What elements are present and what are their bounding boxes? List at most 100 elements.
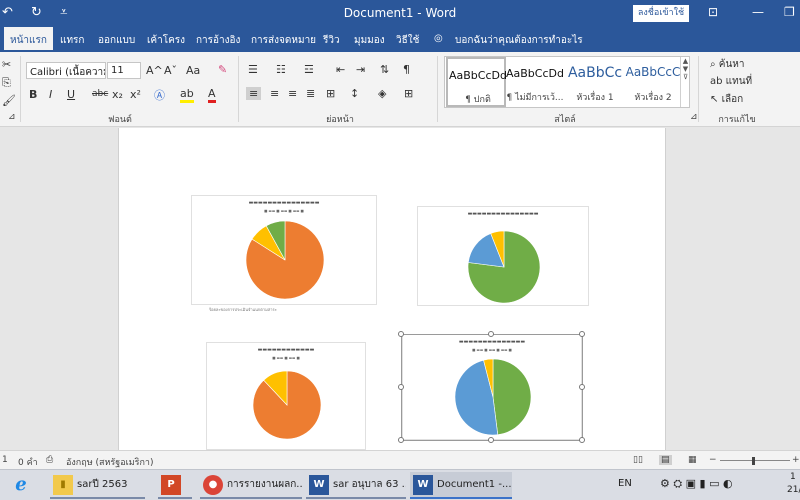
line-spacing-icon[interactable]: ↕ — [350, 87, 359, 100]
ribbon-tabs: หน้าแรก แทรก ออกแบบ เค้าโครง การอ้างอิง … — [0, 27, 800, 52]
page-indicator[interactable]: 1 — [2, 455, 8, 465]
show-marks-icon[interactable]: ¶ — [403, 63, 410, 76]
font-name-box[interactable]: Calibri (เนื้อความ) — [26, 62, 106, 79]
highlight-color-icon[interactable]: ab — [180, 87, 194, 103]
style-normal[interactable]: AaBbCcDd ¶ ปกติ — [446, 57, 507, 107]
pie-chart-1[interactable]: ▬▬▬▬▬▬▬▬▬▬▬▬▬▬▬ ■ ▬▬ ■ ▬▬ ■ ▬▬ ■ — [191, 195, 377, 305]
pie-chart-3[interactable]: ▬▬▬▬▬▬▬▬▬▬▬▬ ■ ▬▬ ■ ▬▬ ■ — [206, 342, 366, 450]
cursor-icon: ↖ — [710, 94, 722, 105]
sort-icon[interactable]: ⇅ — [380, 63, 389, 76]
resize-handle-br[interactable] — [579, 437, 585, 443]
language-indicator[interactable]: อังกฤษ (สหรัฐอเมริกา) — [66, 455, 154, 469]
folder-icon: ▮ — [53, 475, 73, 495]
change-case-button[interactable]: Aa — [186, 64, 200, 77]
multilevel-list-icon[interactable]: ☲ — [304, 63, 314, 76]
shrink-font-button[interactable]: Aˇ — [164, 64, 177, 77]
styles-launcher-icon[interactable]: ⊿ — [690, 112, 698, 122]
justify-icon[interactable]: ≣ — [306, 87, 315, 100]
shading-icon[interactable]: ◈ — [378, 87, 386, 100]
tab-mailings[interactable]: การส่งจดหมาย — [251, 33, 316, 48]
underline-button[interactable]: U — [67, 88, 75, 101]
resize-handle-t[interactable] — [488, 331, 494, 337]
tab-review[interactable]: รีวิว — [323, 33, 340, 48]
web-layout-icon[interactable]: ▦ — [688, 455, 697, 465]
replace-icon: ab — [710, 76, 726, 87]
tab-design[interactable]: ออกแบบ — [98, 33, 135, 48]
ie-icon[interactable]: ℯ — [8, 472, 42, 499]
tab-references[interactable]: การอ้างอิง — [196, 33, 240, 48]
editing-group-label: การแก้ไข — [718, 115, 756, 125]
maximize-button[interactable]: ❐ — [784, 5, 795, 19]
align-center-icon[interactable]: ≡ — [270, 87, 279, 100]
tell-me-search[interactable]: บอกฉันว่าคุณต้องการทำอะไร — [455, 33, 583, 48]
bold-button[interactable]: B — [29, 88, 37, 101]
bullets-icon[interactable]: ☰ — [248, 63, 258, 76]
borders-icon[interactable]: ⊞ — [404, 87, 413, 100]
numbering-icon[interactable]: ☷ — [276, 63, 286, 76]
style-heading-1[interactable]: AaBbCc หัวเรื่อง 1 — [565, 57, 625, 107]
taskbar-powerpoint[interactable]: P — [158, 472, 192, 499]
text-effects-icon[interactable]: Ⓐ — [154, 87, 165, 103]
resize-handle-l[interactable] — [398, 384, 404, 390]
title-bar: ↶ ↻ ⩡ Document1 - Word ลงชื่อเข้าใช้ ⊡ —… — [0, 0, 800, 27]
resize-handle-tl[interactable] — [398, 331, 404, 337]
resize-handle-bl[interactable] — [398, 437, 404, 443]
taskbar-folder[interactable]: ▮ sarปี 2563 — [50, 472, 145, 499]
proofing-icon[interactable]: ⎙ — [46, 455, 53, 465]
resize-handle-b[interactable] — [488, 437, 494, 443]
italic-button[interactable]: I — [49, 88, 52, 101]
styles-scroll[interactable]: ▲ ▼ ⊽ — [680, 57, 690, 107]
font-color-icon[interactable]: A — [208, 87, 216, 103]
strikethrough-button[interactable]: abc — [92, 89, 108, 99]
font-group-label: ฟอนต์ — [108, 115, 132, 125]
tab-view[interactable]: มุมมอง — [354, 33, 385, 48]
signin-button[interactable]: ลงชื่อเข้าใช้ — [633, 5, 689, 22]
document-canvas[interactable]: ▬▬▬▬▬▬▬▬▬▬▬▬▬▬▬ ■ ▬▬ ■ ▬▬ ■ ▬▬ ■ ร้อยละข… — [0, 128, 800, 450]
find-button[interactable]: ⌕ ค้นหา — [710, 57, 745, 72]
decrease-indent-icon[interactable]: ⇤ — [336, 63, 345, 76]
thai-distributed-icon[interactable]: ⊞ — [326, 87, 335, 100]
read-mode-icon[interactable]: ▯▯ — [633, 455, 643, 465]
tab-help[interactable]: วิธีใช้ — [396, 33, 419, 48]
pie-chart-2[interactable]: ▬▬▬▬▬▬▬▬▬▬▬▬▬▬▬ — [417, 206, 589, 306]
zoom-slider-thumb[interactable] — [752, 457, 755, 465]
tray-icons[interactable]: ⚙ ⛭ ▣ ▮ ▭ ◐ — [660, 477, 733, 500]
resize-handle-r[interactable] — [579, 384, 585, 390]
superscript-button[interactable]: x² — [130, 88, 141, 101]
select-button[interactable]: ↖ เลือก — [710, 92, 743, 107]
style-no-spacing[interactable]: AaBbCcDd ¶ ไม่มีการเว้... — [505, 57, 565, 107]
taskbar-word-sar[interactable]: Wsar อนุบาล 63 ... — [306, 472, 406, 499]
clear-formatting-icon[interactable]: ✎ — [218, 63, 227, 76]
tab-home[interactable]: หน้าแรก — [4, 27, 53, 52]
clipboard-launcher-icon[interactable]: ⊿ — [8, 112, 16, 122]
paragraph-group-label: ย่อหน้า — [326, 115, 354, 125]
minimize-button[interactable]: — — [752, 5, 764, 19]
chart-2-svg — [467, 230, 541, 304]
ribbon-display-icon[interactable]: ⊡ — [708, 5, 718, 19]
subscript-button[interactable]: x₂ — [112, 88, 123, 101]
print-layout-icon[interactable]: ▤ — [659, 455, 672, 465]
styles-gallery: AaBbCcDd ¶ ปกติ AaBbCcDd ¶ ไม่มีการเว้..… — [444, 56, 690, 108]
word-count[interactable]: 0 คำ — [18, 455, 38, 469]
chart-1-caption: ร้อยละของการประเมินจำแนกตามสาระ — [209, 307, 277, 312]
font-size-box[interactable]: 11 — [107, 62, 141, 79]
input-language[interactable]: EN — [618, 478, 632, 500]
replace-button[interactable]: ab แทนที่ — [710, 74, 752, 89]
format-painter-icon[interactable]: 🖌 — [2, 94, 16, 107]
align-right-icon[interactable]: ≡ — [288, 87, 297, 100]
tab-layout[interactable]: เค้าโครง — [147, 33, 185, 48]
zoom-in-button[interactable]: + — [792, 455, 800, 465]
resize-handle-tr[interactable] — [579, 331, 585, 337]
style-heading-2[interactable]: AaBbCcC หัวเรื่อง 2 — [623, 57, 683, 107]
zoom-out-button[interactable]: − — [709, 455, 717, 465]
increase-indent-icon[interactable]: ⇥ — [356, 63, 365, 76]
zoom-slider[interactable] — [720, 460, 790, 461]
copy-icon[interactable]: ⎘ — [2, 76, 11, 90]
tab-insert[interactable]: แทรก — [60, 33, 84, 48]
align-left-icon[interactable]: ≡ — [246, 87, 262, 100]
clock-date[interactable]: 21/ — [787, 485, 800, 500]
cut-icon[interactable]: ✂ — [2, 58, 11, 71]
taskbar-word-document1[interactable]: W Document1 -... — [410, 472, 512, 499]
grow-font-button[interactable]: A^ — [146, 64, 163, 77]
taskbar-chrome[interactable]: ● การรายงานผลก... — [200, 472, 302, 499]
